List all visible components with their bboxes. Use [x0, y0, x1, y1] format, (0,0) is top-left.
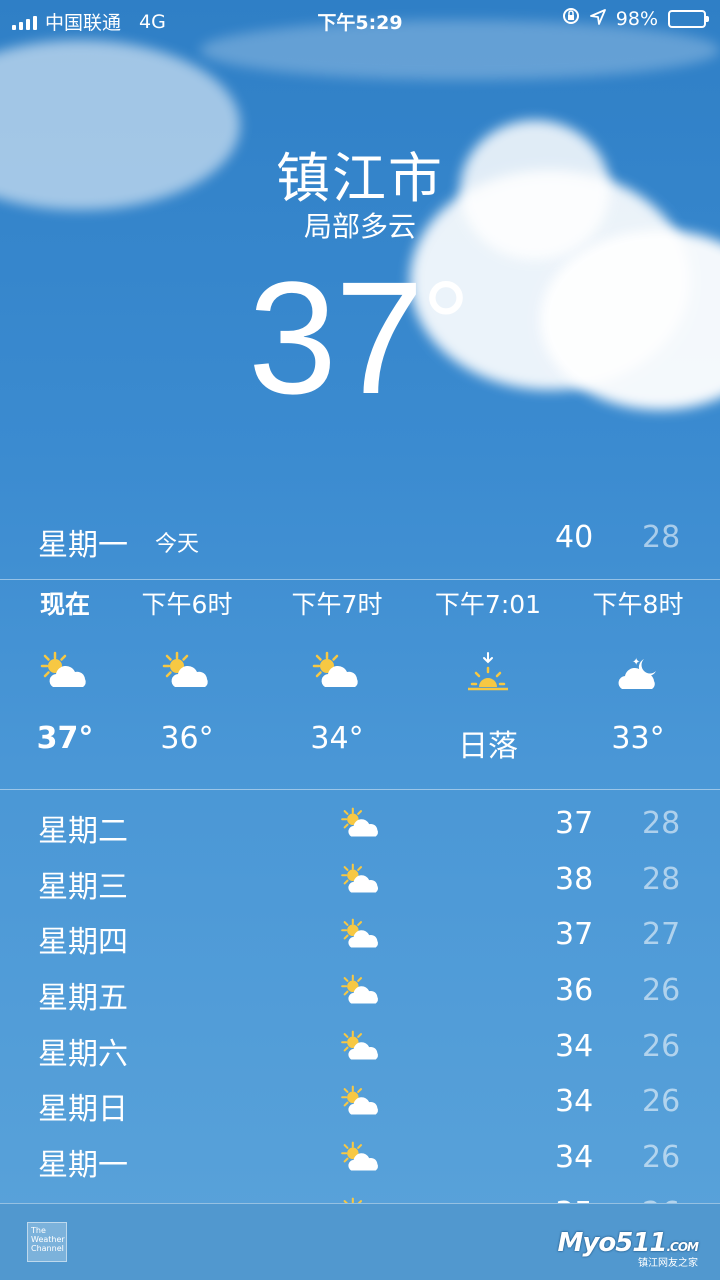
- watermark-logo: Myo511.COM 镇江网友之家: [557, 1228, 699, 1269]
- partly-sunny-icon: [337, 807, 385, 843]
- daily-low: 28: [642, 861, 681, 897]
- daily-day: 星期四: [38, 925, 128, 961]
- daily-row: 星期五 36 26: [0, 965, 720, 1021]
- weather-condition: 局部多云: [303, 210, 416, 243]
- daily-day: 星期二: [38, 1196, 128, 1203]
- daily-low: 26: [642, 1028, 681, 1064]
- temperature-value: 37: [248, 248, 424, 427]
- hourly-time: 下午6时: [141, 590, 233, 619]
- daily-high: 37: [555, 917, 594, 953]
- hourly-temperature: 34°: [310, 721, 364, 756]
- hourly-item: 下午7:01 日落: [423, 585, 553, 765]
- partly-sunny-icon: [337, 974, 385, 1010]
- daily-low: 27: [642, 917, 681, 953]
- daily-day: 星期日: [38, 1092, 128, 1128]
- footer-bar: The Weather Channel Myo511.COM 镇江网友之家: [0, 1203, 720, 1280]
- orientation-lock-icon: [562, 7, 580, 30]
- daily-high: 34: [555, 1028, 594, 1064]
- daily-row: 星期一 34 26: [0, 1132, 720, 1188]
- daily-high: 35: [555, 1196, 593, 1203]
- daily-row: 星期二 37 28: [0, 798, 720, 854]
- hourly-temperature: 33°: [611, 721, 665, 756]
- current-temperature: 37°: [248, 257, 470, 418]
- battery-percent: 98%: [615, 7, 658, 30]
- hourly-time: 现在: [39, 590, 90, 619]
- hourly-temperature: 37°: [36, 721, 94, 756]
- hourly-time: 下午7时: [291, 590, 383, 619]
- daily-low: 26: [642, 973, 681, 1009]
- hourly-time: 下午7:01: [434, 590, 542, 619]
- partly-sunny-icon: [337, 1141, 385, 1177]
- partly-sunny-icon: [337, 918, 385, 954]
- daily-day: 星期一: [38, 1148, 128, 1184]
- today-high: 40: [555, 520, 594, 555]
- hourly-item: 现在 37°: [0, 585, 130, 756]
- weather-channel-logo[interactable]: The Weather Channel: [27, 1222, 67, 1262]
- hourly-time: 下午8时: [592, 590, 684, 619]
- today-low: 28: [642, 520, 681, 555]
- daily-low: 26: [642, 1196, 680, 1203]
- daily-row: 星期日 34 26: [0, 1076, 720, 1132]
- partly-sunny-icon: [337, 863, 385, 899]
- daily-day: 星期五: [38, 981, 128, 1017]
- partly-sunny-icon: [39, 651, 91, 695]
- partly-sunny-icon: [337, 1030, 385, 1066]
- city-name: 镇江市: [276, 147, 444, 210]
- daily-row: 星期四 37 27: [0, 909, 720, 965]
- daily-day: 星期三: [38, 869, 128, 905]
- hourly-temperature: 36°: [160, 721, 214, 756]
- hourly-item: 下午7时 34°: [272, 585, 402, 756]
- daily-day: 星期六: [38, 1036, 128, 1072]
- hourly-item: 下午8时 ✦ 33°: [573, 585, 703, 756]
- daily-row: 星期三 38 28: [0, 854, 720, 910]
- battery-icon: [668, 9, 709, 28]
- daily-low: 28: [642, 806, 681, 841]
- daily-row: 星期六 34 26: [0, 1021, 720, 1077]
- daily-high: 38: [555, 861, 594, 897]
- daily-high: 37: [555, 806, 594, 841]
- sunset-icon: [462, 651, 514, 695]
- daily-forecast-list[interactable]: 星期二 37 28 星期三 38 28 星期四 37 27 星期五 36 26 星期六 34 26 星期日 34…: [0, 798, 720, 1203]
- degree-symbol: °: [421, 257, 470, 391]
- hourly-forecast[interactable]: 现在 37° 下午6时 36° 下午7时 34° 下午7:01 日落 下午8时 ✦ 33°: [0, 585, 720, 785]
- today-label: 今天: [155, 532, 200, 557]
- today-day: 星期一: [38, 528, 128, 563]
- divider: [0, 579, 720, 580]
- daily-day: 星期二: [38, 814, 128, 849]
- daily-low: 26: [642, 1140, 681, 1176]
- divider: [0, 789, 720, 790]
- daily-high: 34: [555, 1140, 594, 1176]
- daily-row: 星期二 35 26: [0, 1188, 720, 1203]
- location-arrow-icon: [589, 8, 606, 30]
- status-bar: 中国联通 4G 下午5:29 98%: [0, 0, 720, 38]
- hourly-temperature: 日落: [458, 729, 518, 764]
- svg-text:✦: ✦: [632, 657, 640, 668]
- daily-high: 34: [555, 1084, 594, 1120]
- hourly-item: 下午6时 36°: [122, 585, 252, 756]
- partly-sunny-icon: [311, 651, 363, 695]
- partly-cloudy-night-icon: ✦: [612, 651, 664, 695]
- today-summary-row: 星期一 今天 40 28: [0, 510, 720, 570]
- daily-low: 26: [642, 1084, 681, 1120]
- partly-sunny-icon: [161, 651, 213, 695]
- daily-high: 36: [555, 973, 594, 1009]
- partly-sunny-icon: [337, 1085, 385, 1121]
